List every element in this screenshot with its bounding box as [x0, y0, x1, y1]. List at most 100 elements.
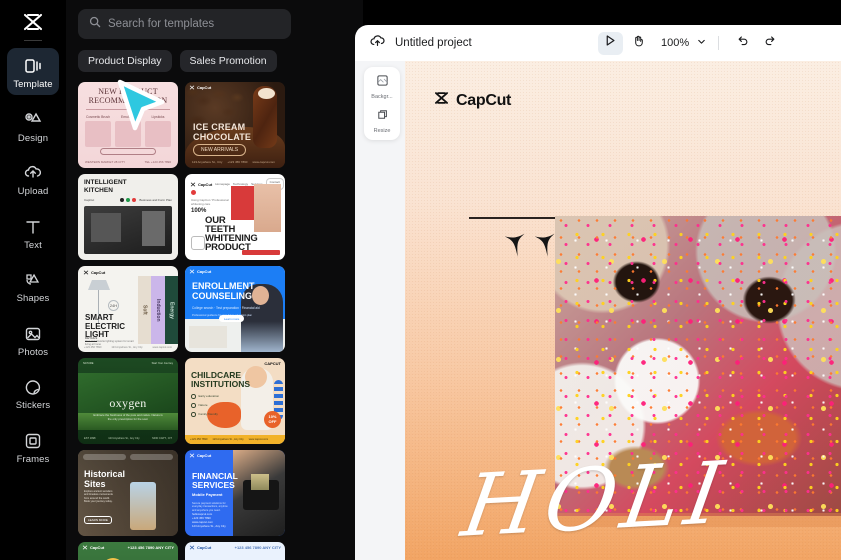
- search-icon: [89, 15, 101, 33]
- card-footer-right: +123 456 7890 ANY CITY: [234, 545, 281, 550]
- card-bullet: Nature: [191, 403, 208, 408]
- upload-cloud-icon: [22, 162, 44, 184]
- card-title-2: SERVICES: [192, 480, 235, 490]
- sidebar-item-upload[interactable]: Upload: [7, 155, 59, 202]
- card-meta-left: CapCut: [84, 198, 95, 202]
- card-footer-item: 123 Anywhere St., Any City: [192, 524, 226, 528]
- hand-tool-button[interactable]: [626, 32, 651, 55]
- card-title-2: KITCHEN: [84, 186, 113, 194]
- search-input[interactable]: Search for templates: [78, 9, 291, 39]
- template-card-historical[interactable]: Historical Sites Explore ancient wonders…: [78, 450, 178, 536]
- redo-icon: [764, 34, 777, 52]
- editor-topbar: Untitled project 100%: [355, 25, 841, 61]
- card-stripe: Soft: [138, 276, 152, 344]
- sticker-icon: [22, 376, 44, 398]
- card-swatch: [145, 121, 171, 147]
- rail-divider: [24, 40, 42, 41]
- card-cash: [251, 474, 269, 490]
- card-title: Historical: [84, 469, 126, 479]
- card-swatch: [115, 121, 141, 147]
- template-icon: [22, 55, 44, 77]
- card-meta-right: Business and Form Plan: [139, 198, 172, 202]
- card-image: [84, 206, 172, 254]
- sidebar-item-label: Photos: [17, 346, 49, 358]
- undo-button[interactable]: [730, 32, 755, 55]
- redo-button[interactable]: [758, 32, 783, 55]
- zoom-level[interactable]: 100%: [661, 37, 689, 49]
- card-sub: Using CapCut / Professional whitening ca…: [191, 198, 229, 206]
- capcut-badge: CapCut: [82, 545, 104, 550]
- card-text: Secure payment solutions for everyday tr…: [192, 502, 228, 512]
- card-cta: LEARN MORE: [84, 516, 112, 524]
- card-image: [231, 186, 255, 220]
- card-subtitle: Mobile Payment: [192, 492, 223, 497]
- chip-product-display[interactable]: Product Display: [78, 50, 172, 72]
- select-tool-button[interactable]: [598, 31, 623, 55]
- card-sub: Embrace the freshness of the pure and na…: [93, 413, 163, 421]
- card-footer-left: WESTERN MARKET 28 CITY: [85, 160, 126, 164]
- canvas-tools: 100%: [598, 31, 783, 55]
- template-card-new-product[interactable]: NEW PRODUCT RECOMMENDATION Cosmetic Brus…: [78, 82, 178, 168]
- design-canvas[interactable]: CapCut HOLI: [405, 61, 841, 560]
- card-footer-right: TEL +123 456 7890: [144, 160, 171, 164]
- card-ring-badge: 24H: [108, 300, 119, 311]
- template-card-childcare[interactable]: CAPCUT CHILDCARE INSTITUTIONS Early educ…: [185, 358, 285, 444]
- canvas-headline[interactable]: HOLI: [456, 443, 735, 557]
- template-card-blue-partial[interactable]: CapCut +123 456 7890 ANY CITY: [185, 542, 285, 560]
- template-card-teeth[interactable]: CapCut Homepage Technology Services Cont…: [185, 174, 285, 260]
- cloud-sync-icon[interactable]: [369, 33, 386, 53]
- sidebar-item-photos[interactable]: Photos: [7, 316, 59, 363]
- card-stripe: Energy: [164, 276, 178, 344]
- sidebar-item-text[interactable]: Text: [7, 209, 59, 256]
- card-title-2: INSTITUTIONS: [191, 379, 251, 389]
- template-card-kitchen[interactable]: INTELLIGENT KITCHEN CapCut Business and …: [78, 174, 178, 260]
- template-card-ice-cream[interactable]: CapCut ICE CREAM CHOCOLATE NEW ARRIVALS …: [185, 82, 285, 168]
- sidebar-item-template[interactable]: Template: [7, 48, 59, 95]
- chip-sales-promotion[interactable]: Sales Promotion: [179, 50, 277, 72]
- sidebar-item-stickers[interactable]: Stickers: [7, 369, 59, 416]
- card-text: Explore ancient wonders and timeless mon…: [84, 490, 113, 504]
- cursor-arrow-icon: [604, 34, 617, 52]
- card-caption: Cosmetic Brush: [86, 115, 110, 119]
- background-icon: [376, 74, 389, 92]
- chevron-down-icon[interactable]: [696, 34, 707, 52]
- card-title: INTELLIGENT: [84, 179, 127, 186]
- template-card-enrollment[interactable]: CapCut ENROLLMENT COUNSELING College sea…: [185, 266, 285, 352]
- card-caption: Emulsion: [121, 115, 135, 119]
- capcut-logo-icon[interactable]: [16, 8, 50, 36]
- template-card-green-partial[interactable]: CapCut +123 456 7890 ANY CITY: [78, 542, 178, 560]
- sidebar-item-shapes[interactable]: Shapes: [7, 262, 59, 309]
- card-button: Learn more: [219, 315, 245, 322]
- card-accent-dot: [191, 190, 196, 195]
- card-footer-item: 123 Anywhere St., Any City: [212, 438, 244, 441]
- sparkle-icon: [535, 233, 555, 257]
- canvas-watermark[interactable]: CapCut: [433, 91, 511, 110]
- card-footer-item: www.capcut.com: [252, 160, 275, 164]
- template-card-smart-light[interactable]: CapCut Soft Induction Energy 24H SMART E…: [78, 266, 178, 352]
- project-name[interactable]: Untitled project: [395, 37, 472, 49]
- hand-pan-icon: [632, 34, 645, 52]
- capcut-badge: CapCut: [189, 269, 211, 274]
- card-footer-right: MOD CAPT., CIT: [152, 437, 172, 440]
- card-footer-mid: 123 Anywhere St., Any City: [111, 346, 143, 349]
- template-card-financial[interactable]: CapCut FINANCIAL SERVICES Mobile Payment…: [185, 450, 285, 536]
- capcut-badge: CapCut: [83, 270, 105, 275]
- card-title-2: COUNSELING: [192, 290, 253, 301]
- template-card-oxygen[interactable]: NATURE Start Your Journey oxygen Embrace …: [78, 358, 178, 444]
- card-bullet: Early education: [191, 394, 219, 399]
- template-grid: NEW PRODUCT RECOMMENDATION Cosmetic Brus…: [78, 82, 353, 560]
- background-tool-button[interactable]: Backgr...: [371, 74, 393, 100]
- capcut-badge: CapCut: [189, 545, 211, 550]
- resize-tool-button[interactable]: Resize: [374, 108, 390, 134]
- card-title-2: Sites: [84, 478, 106, 489]
- sidebar-item-design[interactable]: Design: [7, 102, 59, 149]
- card-image: [254, 184, 281, 232]
- sidebar-item-label: Text: [24, 239, 42, 251]
- card-footer-item: +123 456 7890: [190, 438, 208, 441]
- undo-icon: [736, 34, 749, 52]
- capcut-editor-window: Template Design Upload Text Shapes Photo…: [0, 0, 841, 560]
- card-button: [100, 148, 156, 155]
- project-info: Untitled project: [369, 33, 472, 53]
- card-footer-bar: [242, 250, 280, 255]
- sidebar-item-frames[interactable]: Frames: [7, 423, 59, 470]
